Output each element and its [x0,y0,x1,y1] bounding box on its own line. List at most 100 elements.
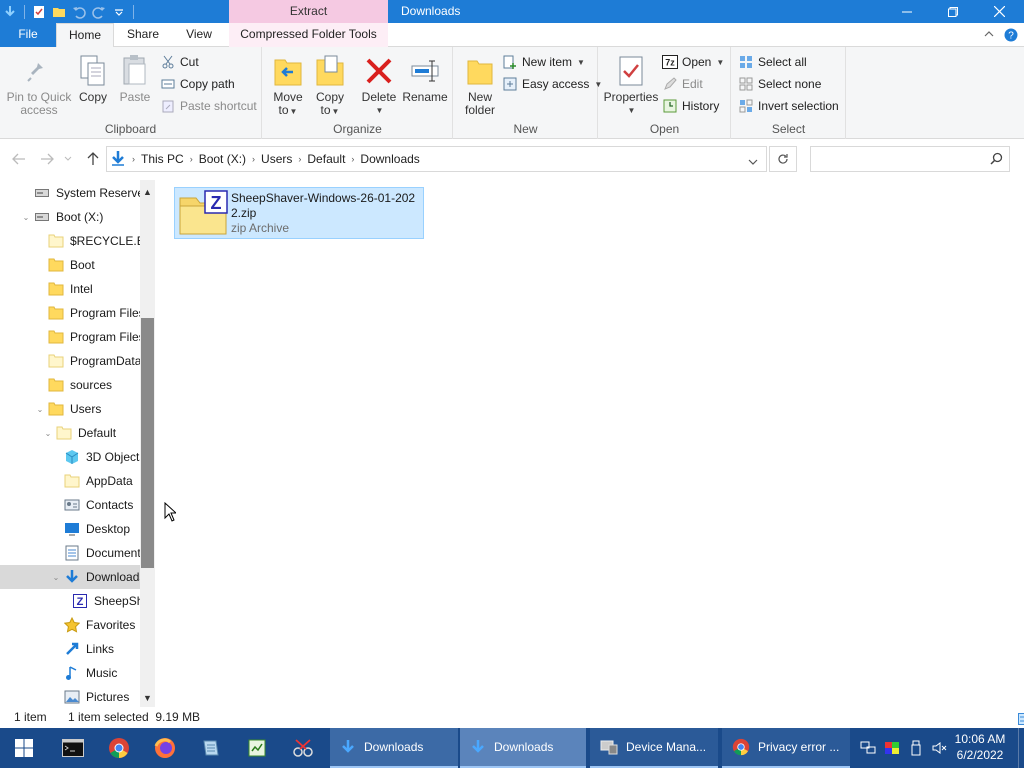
select-none-button[interactable]: Select none [738,74,821,94]
pin-to-quick-access-button[interactable]: Pin to Quick access [6,53,72,117]
rename-button[interactable]: Rename [402,53,448,104]
usb-device-icon[interactable] [904,740,928,756]
show-desktop-button[interactable] [1018,728,1024,768]
history-button[interactable]: History [662,96,719,116]
tree-item-program-files[interactable]: Program Files [0,301,140,325]
select-all-button[interactable]: Select all [738,52,807,72]
file-list-area[interactable] [157,180,1024,707]
scroll-down-arrow-icon[interactable]: ▼ [140,690,155,705]
nav-pane-scroll-thumb[interactable] [141,318,154,568]
tree-item-appdata[interactable]: AppData [0,469,140,493]
tree-item-links[interactable]: Links [0,637,140,661]
up-arrow-icon[interactable] [84,150,102,168]
breadcrumb-this-pc[interactable]: This PC [137,152,188,166]
expanded-chevron-icon[interactable]: ⌄ [50,573,62,582]
redo-icon[interactable] [91,4,107,20]
tree-item-pictures[interactable]: Pictures [0,685,140,707]
volume-muted-icon[interactable] [928,741,952,755]
breadcrumb-users[interactable]: Users [257,152,296,166]
scroll-up-arrow-icon[interactable]: ▲ [140,184,155,199]
move-to-button[interactable]: Move to▼ [271,53,305,118]
edit-button[interactable]: Edit [662,74,703,94]
taskbar-app-4[interactable] [188,728,234,768]
new-folder-icon[interactable] [51,4,67,20]
tab-file[interactable]: File [0,23,56,47]
tree-item-sheepshaver-zip[interactable]: Z SheepShaver [0,589,140,613]
tiles-view-icon[interactable] [1018,713,1024,728]
tree-item-recycle-bin[interactable]: $RECYCLE.BIN [0,229,140,253]
search-icon[interactable] [990,152,1003,168]
tree-item-boot-drive[interactable]: ⌄ Boot (X:) [0,205,140,229]
tree-item-desktop[interactable]: Desktop [0,517,140,541]
breadcrumb-separator-icon[interactable]: › [250,154,257,164]
tree-item-music[interactable]: Music [0,661,140,685]
breadcrumb-default[interactable]: Default [303,152,349,166]
breadcrumb-separator-icon[interactable]: › [188,154,195,164]
taskbar-app-6[interactable] [280,728,326,768]
copy-button[interactable]: Copy [76,53,110,104]
refresh-button[interactable] [769,146,797,172]
taskbar-task-device-manager[interactable]: Device Mana... [590,728,718,768]
tree-item-intel[interactable]: Intel [0,277,140,301]
taskbar-app-5[interactable] [234,728,280,768]
tree-item-system-reserved[interactable]: System Reserve [0,181,140,205]
tree-item-documents[interactable]: Documents [0,541,140,565]
properties-button[interactable]: Properties ▼ [603,53,659,117]
copy-path-button[interactable]: Copy path [160,74,235,94]
breadcrumb-separator-icon[interactable]: › [130,154,137,164]
address-bar[interactable]: › This PC › Boot (X:) › Users › Default … [106,146,767,172]
tree-item-users[interactable]: ⌄ Users [0,397,140,421]
tree-item-3d-objects[interactable]: 3D Objects [0,445,140,469]
new-folder-button[interactable]: New folder [462,53,498,117]
search-input[interactable] [810,146,1010,172]
tree-item-sources[interactable]: sources [0,373,140,397]
expanded-chevron-icon[interactable]: ⌄ [34,405,46,414]
delete-button[interactable]: Delete ▼ [361,53,397,117]
expanded-chevron-icon[interactable]: ⌄ [42,429,54,438]
color-display-icon[interactable] [880,741,904,755]
undo-icon[interactable] [71,4,87,20]
taskbar-task-chrome-privacy-error[interactable]: Privacy error ... [722,728,850,768]
breadcrumb-downloads[interactable]: Downloads [356,152,423,166]
start-button[interactable] [0,728,48,768]
forward-arrow-icon[interactable] [38,150,56,168]
taskbar-firefox[interactable] [142,728,188,768]
tab-compressed-folder-tools[interactable]: Compressed Folder Tools [229,23,388,47]
new-item-button[interactable]: New item ▼ [502,52,585,72]
properties-icon[interactable] [31,4,47,20]
tree-item-default[interactable]: ⌄ Default [0,421,140,445]
file-item-sheepshaver-zip[interactable]: Z SheepShaver-Windows-26-01-2022.zip zip… [174,187,424,239]
open-button[interactable]: 7z Open ▼ [662,52,724,72]
taskbar-cmd[interactable] [50,728,96,768]
taskbar-task-downloads-1[interactable]: Downloads [330,728,458,768]
customize-qat-icon[interactable] [111,4,127,20]
tree-item-downloads[interactable]: ⌄ Downloads [0,565,140,589]
tab-view[interactable]: View [171,23,227,47]
help-icon[interactable]: ? [1004,28,1018,45]
close-button[interactable] [976,0,1022,23]
recent-locations-chevron-icon[interactable] [62,150,74,168]
tree-item-favorites[interactable]: Favorites [0,613,140,637]
address-history-chevron-icon[interactable] [748,155,758,169]
tree-item-contacts[interactable]: Contacts [0,493,140,517]
back-arrow-icon[interactable] [10,150,28,168]
taskbar-task-downloads-2[interactable]: Downloads [460,728,586,768]
breadcrumb-boot-drive[interactable]: Boot (X:) [195,152,250,166]
tab-home[interactable]: Home [56,23,114,48]
invert-selection-button[interactable]: Invert selection [738,96,839,116]
breadcrumb-separator-icon[interactable]: › [349,154,356,164]
maximize-button[interactable] [930,0,976,23]
easy-access-button[interactable]: Easy access ▼ [502,74,602,94]
taskbar-chrome[interactable] [96,728,142,768]
clock[interactable]: 10:06 AM 6/2/2022 [950,731,1010,763]
extract-context-tab[interactable]: Extract [229,0,388,23]
paste-button[interactable]: Paste [118,53,152,104]
tree-item-program-files-x86[interactable]: Program Files [0,325,140,349]
cut-button[interactable]: Cut [160,52,199,72]
tab-share[interactable]: Share [115,23,171,47]
copy-to-button[interactable]: Copy to▼ [313,53,347,118]
tree-item-programdata[interactable]: ProgramData [0,349,140,373]
minimize-button[interactable] [884,0,930,23]
collapse-ribbon-icon[interactable] [984,28,994,45]
tree-item-boot-folder[interactable]: Boot [0,253,140,277]
